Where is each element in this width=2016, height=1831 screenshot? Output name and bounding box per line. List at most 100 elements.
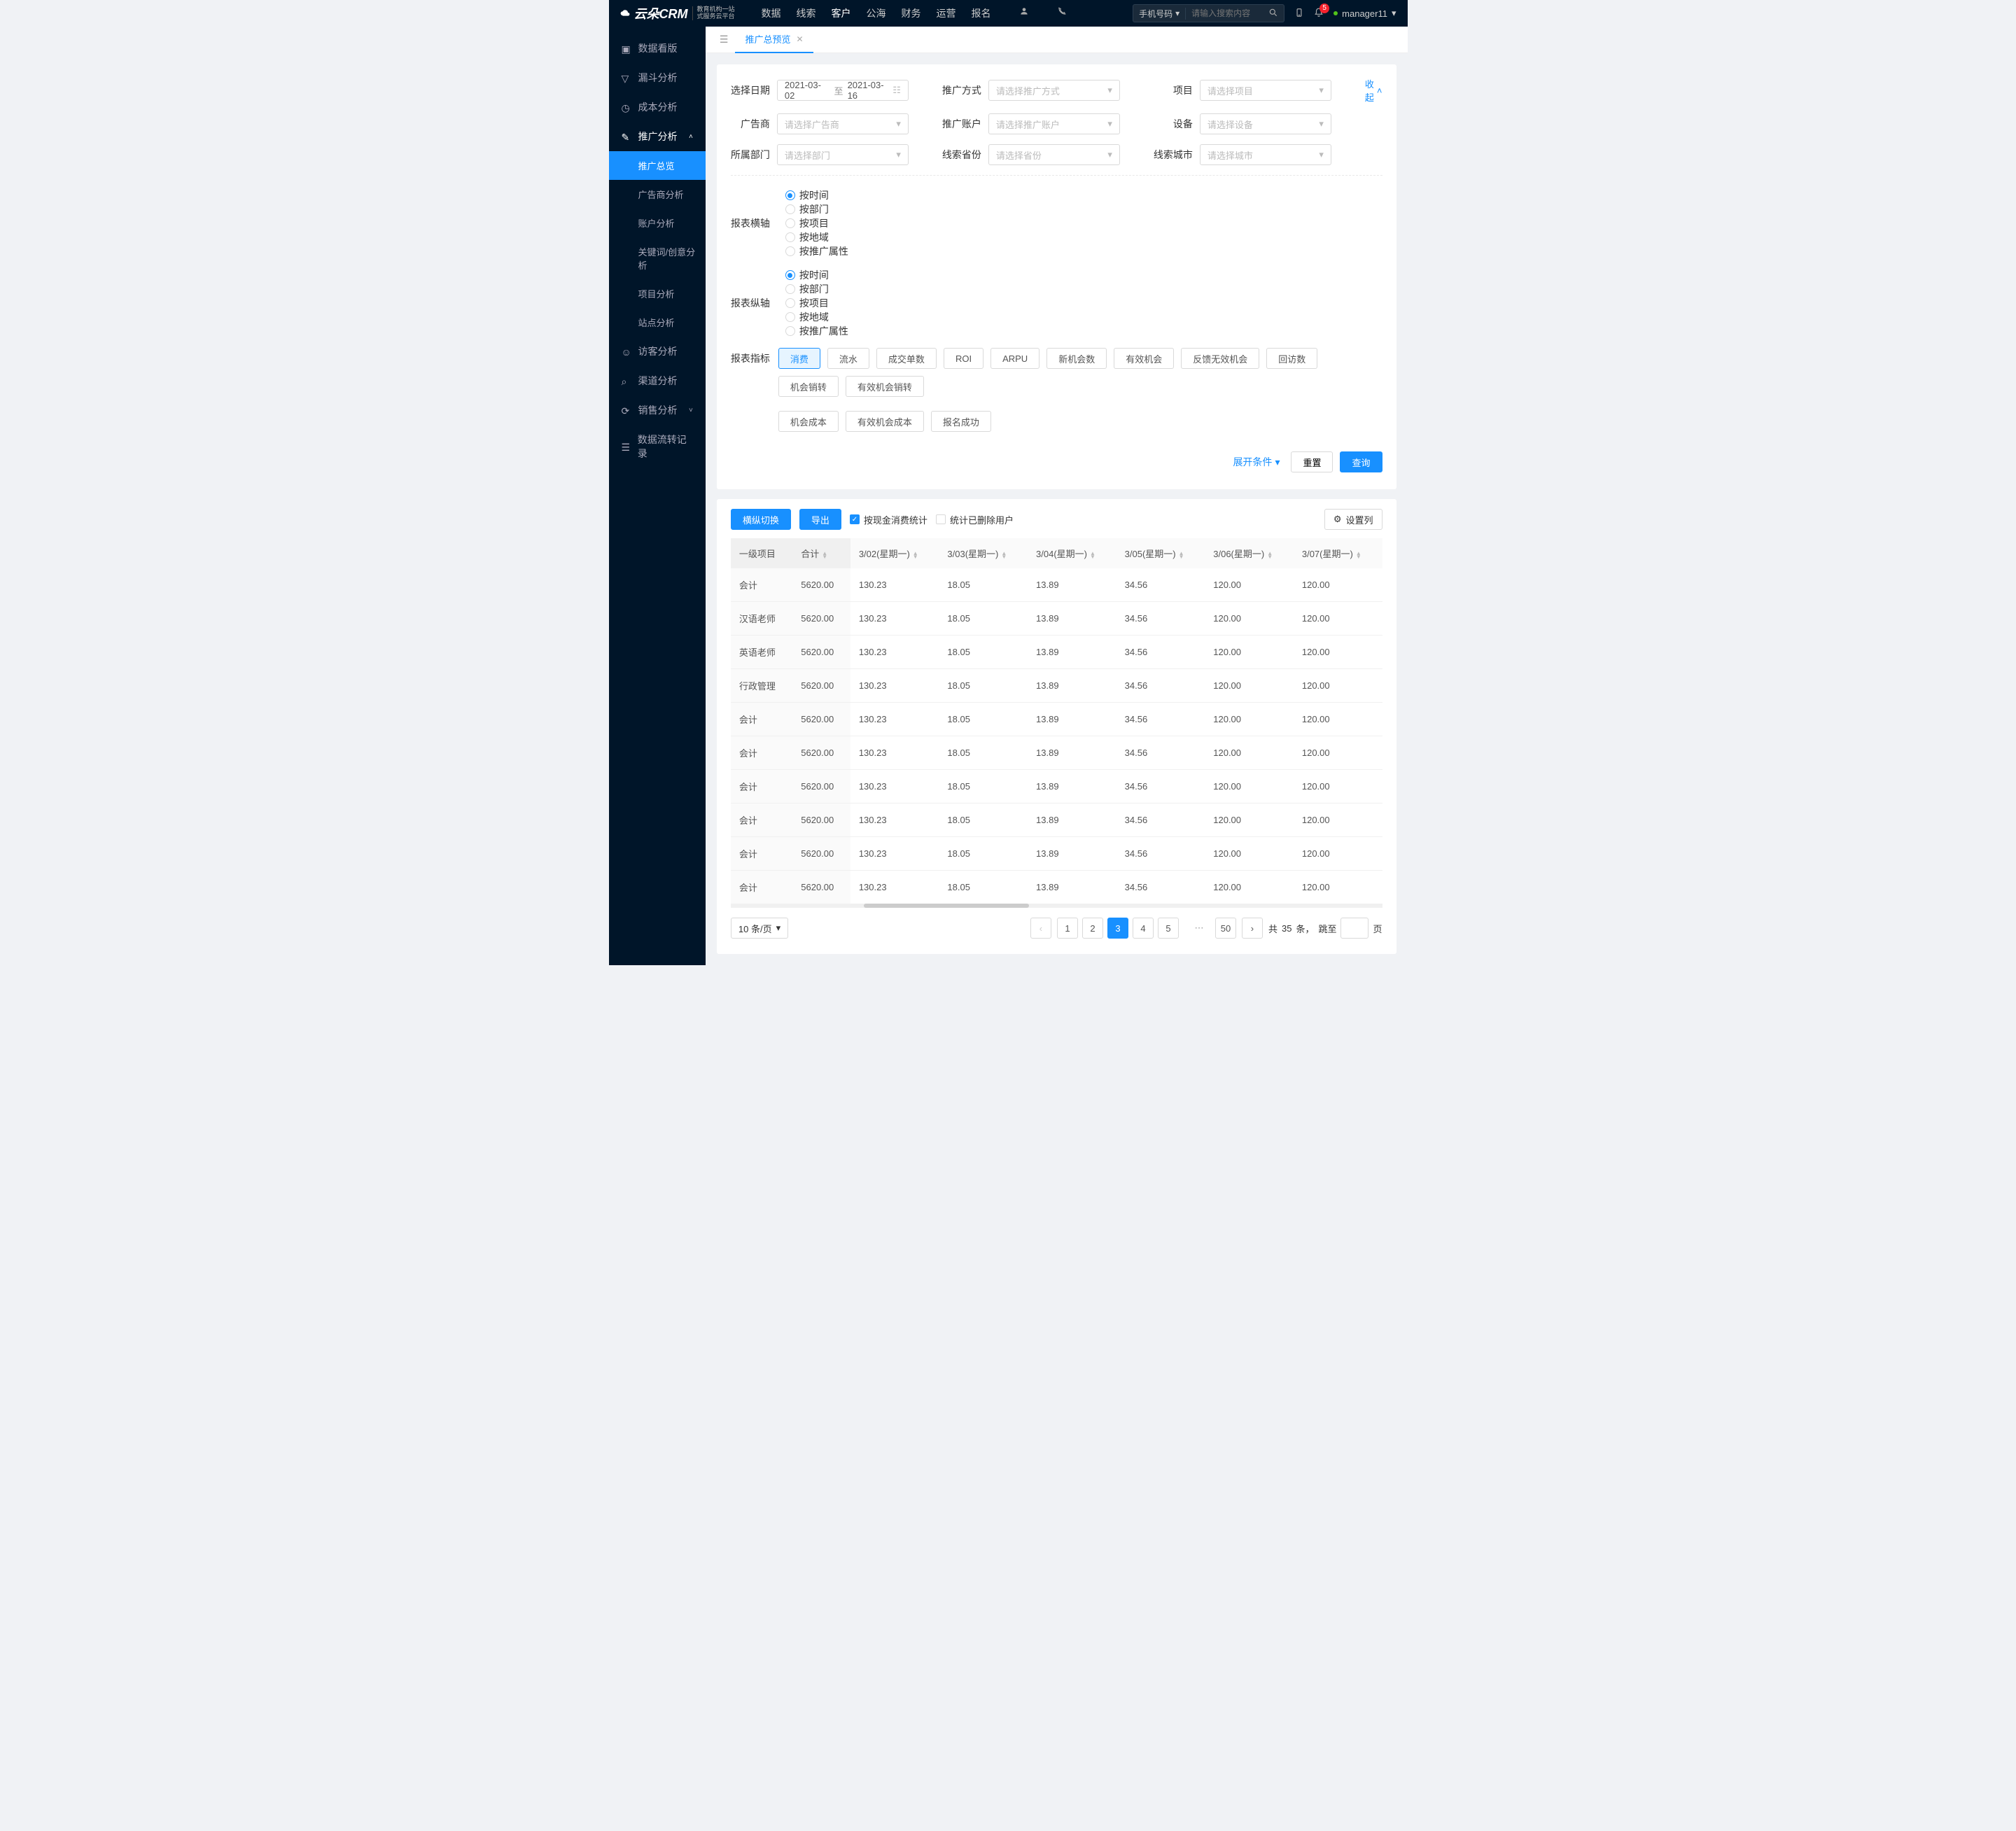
metric-tag[interactable]: 机会成本 xyxy=(778,411,839,432)
radio-option[interactable]: 按推广属性 xyxy=(785,324,848,338)
deleted-users-checkbox[interactable]: 统计已删除用户 xyxy=(936,513,1014,526)
column-settings-button[interactable]: ⚙设置列 xyxy=(1324,509,1382,530)
metric-tag[interactable]: 报名成功 xyxy=(931,411,991,432)
topnav-item[interactable]: 报名 xyxy=(972,6,991,20)
sidebar-item[interactable]: ▣数据看版 xyxy=(609,34,706,63)
topnav-item[interactable]: 数据 xyxy=(762,6,781,20)
table-header[interactable]: 3/06(星期一)▲▼ xyxy=(1205,538,1294,568)
expand-conditions-link[interactable]: 展开条件▾ xyxy=(1233,455,1280,469)
last-page-button[interactable]: 50 xyxy=(1215,918,1236,939)
metric-tag[interactable]: 有效机会 xyxy=(1114,348,1174,369)
sidebar-item[interactable]: ⟳销售分析˅ xyxy=(609,395,706,425)
scrollbar-thumb[interactable] xyxy=(864,904,1029,908)
sidebar-item[interactable]: ✎推广分析˄ xyxy=(609,122,706,151)
metric-tag[interactable]: 回访数 xyxy=(1266,348,1317,369)
table-cell: 130.23 xyxy=(850,636,939,669)
device-select[interactable]: 请选择设备▾ xyxy=(1200,113,1331,134)
metric-tag[interactable]: 消费 xyxy=(778,348,820,369)
notification-icon[interactable]: 5 xyxy=(1314,8,1324,20)
topnav-item[interactable]: 公海 xyxy=(867,6,886,20)
sidebar-item[interactable]: ☺访客分析 xyxy=(609,337,706,366)
table-header[interactable]: 3/07(星期一)▲▼ xyxy=(1294,538,1382,568)
sidebar-subitem[interactable]: 推广总览 xyxy=(609,151,706,180)
tab-promo-overview[interactable]: 推广总预览 ✕ xyxy=(735,27,813,53)
query-button[interactable]: 查询 xyxy=(1340,451,1382,472)
sidebar-item[interactable]: ⌕渠道分析 xyxy=(609,366,706,395)
topnav-item[interactable]: 财务 xyxy=(902,6,921,20)
sidebar-item[interactable]: ◷成本分析 xyxy=(609,92,706,122)
switch-axes-button[interactable]: 横纵切换 xyxy=(731,509,791,530)
sort-icon: ▲▼ xyxy=(913,552,918,559)
table-header[interactable]: 3/05(星期一)▲▼ xyxy=(1116,538,1205,568)
radio-option[interactable]: 按地域 xyxy=(785,230,848,244)
sidebar-item[interactable]: ☰数据流转记录 xyxy=(609,425,706,468)
collapse-filters-link[interactable]: 收起˄ xyxy=(1365,77,1382,104)
table-header[interactable]: 合计▲▼ xyxy=(792,538,850,568)
cash-stat-checkbox[interactable]: ✓按现金消费统计 xyxy=(850,513,927,526)
metric-tag[interactable]: ARPU xyxy=(990,348,1040,369)
promo-method-select[interactable]: 请选择推广方式▾ xyxy=(988,80,1120,101)
table-header[interactable]: 3/02(星期一)▲▼ xyxy=(850,538,939,568)
metric-tag[interactable]: ROI xyxy=(944,348,983,369)
lead-city-select[interactable]: 请选择城市▾ xyxy=(1200,144,1331,165)
prev-page-button[interactable]: ‹ xyxy=(1030,918,1051,939)
page-button[interactable]: 2 xyxy=(1082,918,1103,939)
radio-option[interactable]: 按部门 xyxy=(785,282,848,296)
table-header[interactable]: 3/04(星期一)▲▼ xyxy=(1028,538,1116,568)
table-cell: 会计 xyxy=(731,770,792,804)
sidebar-subitem[interactable]: 关键词/创意分析 xyxy=(609,237,706,279)
metric-tag[interactable]: 机会销转 xyxy=(778,376,839,397)
page-button[interactable]: 4 xyxy=(1133,918,1154,939)
sidebar-subitem[interactable]: 项目分析 xyxy=(609,279,706,308)
sidebar-toggle-icon[interactable]: ☰ xyxy=(713,34,736,45)
jump-page-input[interactable] xyxy=(1340,918,1368,939)
topnav-item[interactable]: 线索 xyxy=(797,6,816,20)
lead-province-select[interactable]: 请选择省份▾ xyxy=(988,144,1120,165)
radio-option[interactable]: 按部门 xyxy=(785,202,848,216)
phone-icon[interactable] xyxy=(1294,8,1304,20)
metric-tag[interactable]: 反馈无效机会 xyxy=(1181,348,1259,369)
sidebar-subitem[interactable]: 广告商分析 xyxy=(609,180,706,209)
sidebar-subitem[interactable]: 站点分析 xyxy=(609,308,706,337)
export-button[interactable]: 导出 xyxy=(799,509,841,530)
topnav-item[interactable]: 运营 xyxy=(937,6,956,20)
radio-option[interactable]: 按时间 xyxy=(785,268,848,282)
close-icon[interactable]: ✕ xyxy=(796,34,803,44)
promo-account-select[interactable]: 请选择推广账户▾ xyxy=(988,113,1120,134)
date-range-input[interactable]: 2021-03-02 至 2021-03-16 ☷ xyxy=(777,80,909,101)
topnav-item[interactable]: 客户 xyxy=(832,6,851,20)
radio-option[interactable]: 按时间 xyxy=(785,188,848,202)
dept-select[interactable]: 请选择部门▾ xyxy=(777,144,909,165)
table-header[interactable]: 3/03(星期一)▲▼ xyxy=(939,538,1028,568)
sidebar-item[interactable]: ▽漏斗分析 xyxy=(609,63,706,92)
table-header[interactable]: 一级项目 xyxy=(731,538,792,568)
reset-button[interactable]: 重置 xyxy=(1291,451,1333,472)
next-page-button[interactable]: › xyxy=(1242,918,1263,939)
metric-tag[interactable]: 新机会数 xyxy=(1046,348,1107,369)
metric-tag[interactable]: 成交单数 xyxy=(876,348,937,369)
table-cell: 34.56 xyxy=(1116,636,1205,669)
radio-option[interactable]: 按项目 xyxy=(785,296,848,310)
user-icon[interactable] xyxy=(1019,6,1029,20)
phone-icon[interactable] xyxy=(1057,6,1067,20)
main: ☰ 推广总预览 ✕ 选择日期 2021-03-02 至 2021-03-16 ☷ xyxy=(706,27,1408,965)
advertiser-select[interactable]: 请选择广告商▾ xyxy=(777,113,909,134)
metric-tag[interactable]: 流水 xyxy=(827,348,869,369)
search-input[interactable] xyxy=(1186,8,1263,18)
sidebar-subitem[interactable]: 账户分析 xyxy=(609,209,706,237)
metric-tag[interactable]: 有效机会成本 xyxy=(846,411,924,432)
radio-option[interactable]: 按推广属性 xyxy=(785,244,848,258)
search-icon[interactable] xyxy=(1263,8,1284,20)
radio-option[interactable]: 按项目 xyxy=(785,216,848,230)
search-type-select[interactable]: 手机号码▾ xyxy=(1133,8,1186,20)
page-button[interactable]: 5 xyxy=(1158,918,1179,939)
global-search[interactable]: 手机号码▾ xyxy=(1133,4,1284,22)
metric-tag[interactable]: 有效机会销转 xyxy=(846,376,924,397)
user-menu[interactable]: manager11 ▾ xyxy=(1334,8,1396,19)
radio-option[interactable]: 按地域 xyxy=(785,310,848,324)
page-button[interactable]: 1 xyxy=(1057,918,1078,939)
page-size-select[interactable]: 10 条/页▾ xyxy=(731,918,788,939)
project-select[interactable]: 请选择项目▾ xyxy=(1200,80,1331,101)
page-button[interactable]: 3 xyxy=(1107,918,1128,939)
table-scrollbar[interactable] xyxy=(731,904,1382,908)
